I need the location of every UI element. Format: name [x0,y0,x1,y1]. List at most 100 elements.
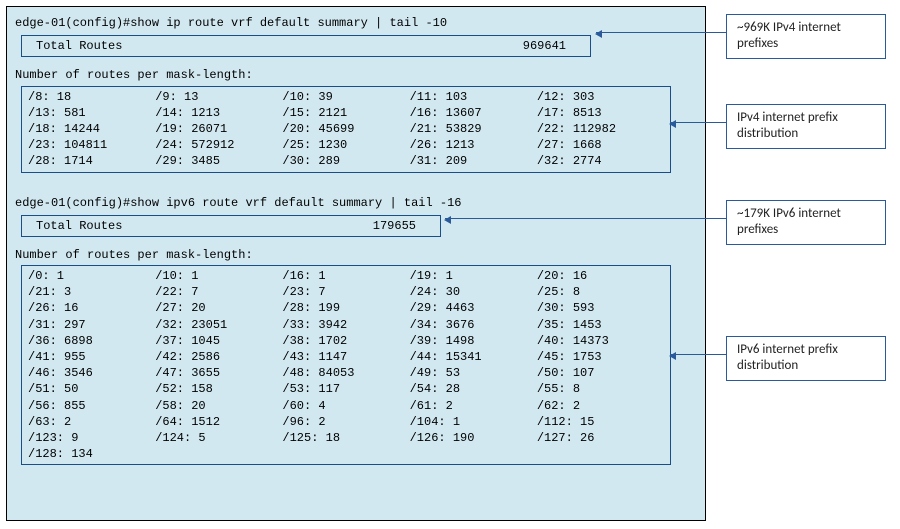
mask-count-cell: /11: 103 [410,89,537,105]
mask-count-cell: /26: 1213 [410,137,537,153]
mask-count-cell: /20: 45699 [282,121,409,137]
mask-count-cell: /42: 2586 [155,349,282,365]
mask-count-cell: /49: 53 [410,365,537,381]
ipv6-command: edge-01(config)#show ipv6 route vrf defa… [15,195,697,211]
callout-ipv6-dist: IPv6 internet prefix distribution [726,336,886,381]
table-row: /18: 14244/19: 26071/20: 45699/21: 53829… [28,121,664,137]
mask-count-cell: /27: 1668 [537,137,664,153]
mask-count-cell: /44: 15341 [410,349,537,365]
mask-count-cell: /58: 20 [155,398,282,414]
mask-count-cell: /52: 158 [155,381,282,397]
ipv6-total-label: Total Routes [36,218,156,234]
mask-count-cell: /15: 2121 [282,105,409,121]
table-row: /51: 50/52: 158/53: 117/54: 28/55: 8 [28,381,664,397]
mask-count-cell: /27: 20 [155,300,282,316]
mask-count-cell: /124: 5 [155,430,282,446]
mask-count-cell: /63: 2 [28,414,155,430]
mask-count-cell: /31: 209 [410,153,537,169]
table-row: /21: 3/22: 7/23: 7/24: 30/25: 8 [28,284,664,300]
callout-ipv4-total: ~969K IPv4 internet prefixes [726,14,886,59]
mask-count-cell: /24: 30 [410,284,537,300]
mask-count-cell: /55: 8 [537,381,664,397]
arrow-icon [596,32,726,33]
mask-count-cell: /25: 8 [537,284,664,300]
mask-count-cell: /48: 84053 [282,365,409,381]
mask-count-cell: /127: 26 [537,430,664,446]
mask-count-cell: /29: 4463 [410,300,537,316]
mask-count-cell: /20: 16 [537,268,664,284]
arrow-icon [670,122,726,123]
mask-count-cell: /22: 7 [155,284,282,300]
mask-count-cell: /53: 117 [282,381,409,397]
mask-count-cell: /50: 107 [537,365,664,381]
mask-count-cell: /37: 1045 [155,333,282,349]
mask-count-cell: /56: 855 [28,398,155,414]
table-row: /63: 2/64: 1512/96: 2/104: 1/112: 15 [28,414,664,430]
mask-count-cell: /16: 13607 [410,105,537,121]
mask-count-cell: /23: 104811 [28,137,155,153]
mask-count-cell [537,446,664,462]
mask-count-cell: /33: 3942 [282,317,409,333]
mask-count-cell: /29: 3485 [155,153,282,169]
table-row: /8: 18/9: 13/10: 39/11: 103/12: 303 [28,89,664,105]
table-row: /46: 3546/47: 3655/48: 84053/49: 53/50: … [28,365,664,381]
mask-count-cell: /14: 1213 [155,105,282,121]
terminal-window: edge-01(config)#show ip route vrf defaul… [6,6,706,521]
mask-count-cell [410,446,537,462]
ipv4-total-value: 969641 [156,38,566,54]
mask-count-cell: /34: 3676 [410,317,537,333]
ipv6-section-head: Number of routes per mask-length: [15,247,697,263]
table-row: /26: 16/27: 20/28: 199/29: 4463/30: 593 [28,300,664,316]
table-row: /23: 104811/24: 572912/25: 1230/26: 1213… [28,137,664,153]
mask-count-cell: /47: 3655 [155,365,282,381]
mask-count-cell: /35: 1453 [537,317,664,333]
mask-count-cell: /96: 2 [282,414,409,430]
mask-count-cell: /39: 1498 [410,333,537,349]
mask-count-cell: /16: 1 [282,268,409,284]
mask-count-cell: /13: 581 [28,105,155,121]
mask-count-cell: /30: 593 [537,300,664,316]
mask-count-cell: /12: 303 [537,89,664,105]
mask-count-cell: /18: 14244 [28,121,155,137]
ipv6-total-box: Total Routes 179655 [21,215,441,237]
mask-count-cell: /43: 1147 [282,349,409,365]
mask-count-cell [155,446,282,462]
mask-count-cell: /45: 1753 [537,349,664,365]
mask-count-cell: /9: 13 [155,89,282,105]
ipv4-distribution-box: /8: 18/9: 13/10: 39/11: 103/12: 303/13: … [21,86,671,173]
mask-count-cell: /19: 1 [410,268,537,284]
mask-count-cell: /25: 1230 [282,137,409,153]
ipv4-total-box: Total Routes 969641 [21,35,591,57]
ipv4-total-label: Total Routes [36,38,156,54]
arrow-icon [445,218,726,219]
mask-count-cell: /126: 190 [410,430,537,446]
mask-count-cell: /30: 289 [282,153,409,169]
ipv6-distribution-box: /0: 1/10: 1/16: 1/19: 1/20: 16/21: 3/22:… [21,265,671,465]
mask-count-cell: /60: 4 [282,398,409,414]
table-row: /0: 1/10: 1/16: 1/19: 1/20: 16 [28,268,664,284]
mask-count-cell: /0: 1 [28,268,155,284]
mask-count-cell: /10: 39 [282,89,409,105]
mask-count-cell: /10: 1 [155,268,282,284]
table-row: /123: 9/124: 5/125: 18/126: 190/127: 26 [28,430,664,446]
mask-count-cell: /21: 3 [28,284,155,300]
mask-count-cell: /64: 1512 [155,414,282,430]
mask-count-cell: /17: 8513 [537,105,664,121]
table-row: /36: 6898/37: 1045/38: 1702/39: 1498/40:… [28,333,664,349]
mask-count-cell: /112: 15 [537,414,664,430]
mask-count-cell: /123: 9 [28,430,155,446]
mask-count-cell: /31: 297 [28,317,155,333]
mask-count-cell: /32: 2774 [537,153,664,169]
mask-count-cell: /104: 1 [410,414,537,430]
table-row: /28: 1714/29: 3485/30: 289/31: 209/32: 2… [28,153,664,169]
table-row: /128: 134 [28,446,664,462]
mask-count-cell: /8: 18 [28,89,155,105]
mask-count-cell: /40: 14373 [537,333,664,349]
table-row: /31: 297/32: 23051/33: 3942/34: 3676/35:… [28,317,664,333]
callout-ipv6-total: ~179K IPv6 internet prefixes [726,200,886,245]
mask-count-cell [282,446,409,462]
mask-count-cell: /128: 134 [28,446,155,462]
mask-count-cell: /46: 3546 [28,365,155,381]
mask-count-cell: /23: 7 [282,284,409,300]
mask-count-cell: /54: 28 [410,381,537,397]
